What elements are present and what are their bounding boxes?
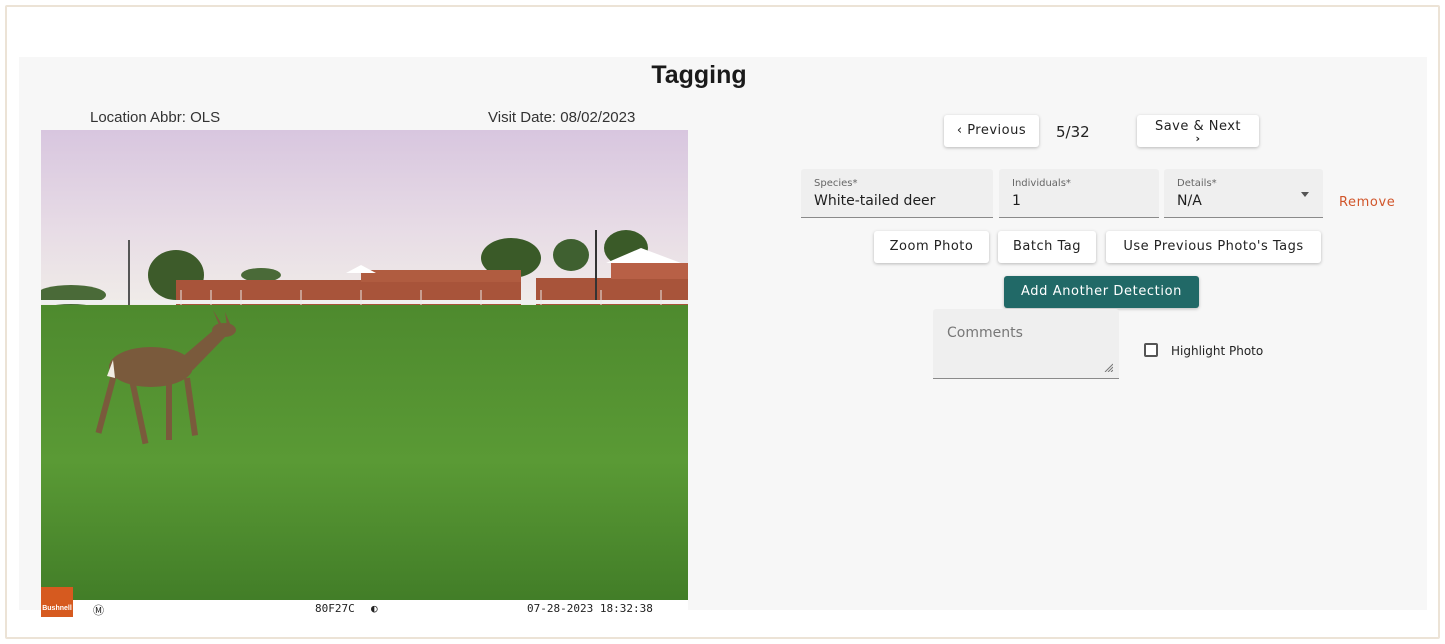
photo-timestamp: 07-28-2023 18:32:38 bbox=[527, 602, 653, 615]
tagging-panel: Tagging Location Abbr: OLS Visit Date: 0… bbox=[19, 57, 1427, 617]
photo-info-bar: Ⓜ 80F27C ◐ 07-28-2023 18:32:38 bbox=[41, 600, 688, 617]
details-label: Details* bbox=[1177, 178, 1217, 189]
page-title: Tagging bbox=[651, 61, 747, 89]
highlight-photo-label: Highlight Photo bbox=[1171, 344, 1264, 358]
photo-scene bbox=[41, 130, 688, 617]
species-value: White-tailed deer bbox=[814, 193, 936, 209]
chevron-left-icon: ‹ bbox=[956, 123, 963, 138]
zoom-photo-button[interactable]: Zoom Photo bbox=[874, 231, 989, 263]
trail-camera-photo: Ⓜ 80F27C ◐ 07-28-2023 18:32:38 Bushnell bbox=[41, 130, 688, 617]
resize-grip-icon[interactable] bbox=[1103, 362, 1113, 372]
photo-counter: 5/32 bbox=[1056, 123, 1090, 141]
add-detection-button[interactable]: Add Another Detection bbox=[1004, 276, 1199, 308]
previous-label: Previous bbox=[967, 123, 1027, 138]
use-previous-tags-button[interactable]: Use Previous Photo's Tags bbox=[1106, 231, 1321, 263]
highlight-photo-checkbox[interactable] bbox=[1144, 343, 1158, 357]
species-label: Species* bbox=[814, 178, 858, 189]
individuals-value: 1 bbox=[1012, 193, 1021, 209]
remove-detection-link[interactable]: Remove bbox=[1339, 195, 1395, 210]
individuals-label: Individuals* bbox=[1012, 178, 1071, 189]
details-select[interactable]: Details* N/A bbox=[1164, 169, 1323, 218]
visit-date: Visit Date: 08/02/2023 bbox=[488, 109, 636, 126]
moon-phase-icon: ◐ bbox=[371, 602, 378, 615]
batch-tag-button[interactable]: Batch Tag bbox=[998, 231, 1096, 263]
comments-textarea[interactable]: Comments bbox=[933, 309, 1119, 379]
individuals-field[interactable]: Individuals* 1 bbox=[999, 169, 1159, 218]
dropdown-caret-icon bbox=[1301, 192, 1309, 197]
bushnell-logo: Bushnell bbox=[41, 587, 73, 617]
mode-icon: Ⓜ bbox=[93, 604, 104, 617]
previous-button[interactable]: ‹ Previous bbox=[944, 115, 1039, 147]
app-frame: Tagging Location Abbr: OLS Visit Date: 0… bbox=[5, 5, 1440, 639]
location-abbr: Location Abbr: OLS bbox=[90, 109, 221, 126]
chevron-right-icon: › bbox=[1195, 132, 1201, 145]
comments-placeholder: Comments bbox=[947, 325, 1023, 341]
species-field[interactable]: Species* White-tailed deer bbox=[801, 169, 993, 218]
camera-id: 80F27C bbox=[315, 602, 355, 615]
details-value: N/A bbox=[1177, 193, 1202, 209]
save-next-button[interactable]: Save & Next › bbox=[1137, 115, 1259, 147]
